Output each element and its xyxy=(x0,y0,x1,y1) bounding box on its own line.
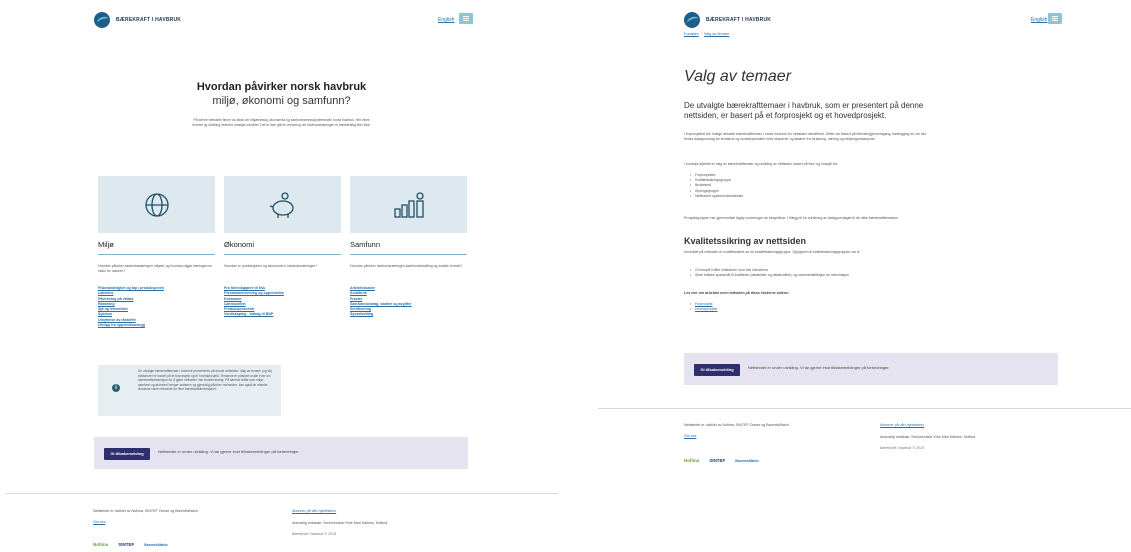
footer-newsletter-link[interactable]: Abonner på vårt nyhetsbrev xyxy=(292,509,336,513)
partner-logo-nofima[interactable]: Nofima xyxy=(684,458,699,463)
article-paragraph: I hovedprosjektet er valg av bærekraftte… xyxy=(684,162,838,166)
theme-links-miljo: Fiskedødelighet og tap i produksjonen La… xyxy=(98,286,215,328)
theme-description-okonomi: Hvordan er produksjonen og økonomien i h… xyxy=(224,264,318,268)
logo-icon xyxy=(94,12,110,28)
theme-card-samfunn-image[interactable] xyxy=(350,176,467,233)
logo-icon xyxy=(684,12,700,28)
breadcrumb-home[interactable]: Forsiden xyxy=(684,32,699,36)
logo-text: BÆREKRAFT I HAVBRUK xyxy=(706,17,772,23)
site-logo[interactable]: BÆREKRAFT I HAVBRUK xyxy=(684,12,771,28)
list-item: Hovedprosjekt xyxy=(690,307,930,312)
footer-copyright: Bærekraft i havbruk © 2019 xyxy=(880,446,924,450)
list-item: Nettbasert spørreundersøkelse xyxy=(690,194,930,199)
hero-subtitle: miljø, økonomi og samfunn? xyxy=(212,95,351,107)
language-link[interactable]: English xyxy=(438,17,454,23)
info-icon: i xyxy=(112,384,120,392)
footer-newsletter-link[interactable]: Abonner på vårt nyhetsbrev xyxy=(880,423,924,427)
feedback-text: Nettstedet er under utvikling. Vi tar gj… xyxy=(158,449,300,454)
article-page-panel: BÆREKRAFT I HAVBRUK English Forsiden › Val… xyxy=(598,0,1131,552)
theme-divider xyxy=(224,254,341,255)
piggy-bank-icon xyxy=(269,191,294,218)
theme-title-okonomi[interactable]: Økonomi xyxy=(224,240,254,249)
external-link[interactable]: Hovedprosjekt xyxy=(695,307,717,311)
article-subheading: Kvalitetssikring av nettsiden xyxy=(684,236,807,246)
footer-about-link[interactable]: Om oss xyxy=(93,520,105,524)
globe-icon xyxy=(144,192,169,217)
theme-links-okonomi: Fra förinnkjøpere til fisk Försammensetn… xyxy=(224,286,341,318)
article-paragraph: Prosjektgruppen har gjennomført faglig v… xyxy=(684,216,899,220)
article-paragraph: Innholdet på nettsiden er kvalitetssikre… xyxy=(684,250,861,254)
theme-link[interactable]: Utslipp fra oppdrettsanlegg xyxy=(98,323,215,328)
article-more-heading: Les mer om arbeidet med nettsiden på dis… xyxy=(684,291,790,295)
info-box: i De utvalgte bærekrafttemaer i havbruk … xyxy=(98,365,281,416)
feedback-text: Nettstedet er under utvikling. Vi tar gj… xyxy=(748,365,890,370)
theme-title-miljo[interactable]: Miljø xyxy=(98,240,114,249)
theme-description-miljo: Hvordan påvirker havbruksnæringen miljøe… xyxy=(98,264,213,274)
partner-logos: Nofima SINTEF BarentsWatch xyxy=(684,458,759,463)
feedback-button[interactable]: Gi tilbakemelding xyxy=(694,364,740,376)
list-item: Sikre kritiske spørsmål til kvaliteten (… xyxy=(690,273,930,278)
theme-description-samfunn: Hvordan påvirker havbruksnæringen samfun… xyxy=(350,264,463,268)
partner-logo-nofima[interactable]: Nofima xyxy=(93,542,108,547)
feedback-button[interactable]: Gi tilbakemelding xyxy=(104,448,150,460)
theme-link[interactable]: Sysselsetting xyxy=(350,312,467,317)
footer-divider xyxy=(598,408,1131,409)
breadcrumb-current[interactable]: Valg av temaer xyxy=(704,32,729,36)
hero-text: På denne nettsiden finner du fakta om mi… xyxy=(192,118,371,128)
theme-card-okonomi-image[interactable] xyxy=(224,176,341,233)
info-text: De utvalgte bærekrafttemaer i havbruk pr… xyxy=(138,369,272,391)
community-chart-icon xyxy=(393,191,424,218)
article-lead: De utvalgte bærekrafttemaer i havbruk, s… xyxy=(684,101,924,120)
theme-divider xyxy=(98,254,215,255)
feedback-banner: Gi tilbakemelding Nettstedet er under ut… xyxy=(684,353,1058,385)
home-page-panel: BÆREKRAFT I HAVBRUK English Hvordan påvi… xyxy=(0,0,563,552)
menu-button[interactable] xyxy=(459,13,473,24)
partner-logo-barentswatch[interactable]: BarentsWatch xyxy=(144,543,167,547)
article-paragraph: I forprosjektet ble mulige aktuelle bære… xyxy=(684,132,926,141)
footer-editor: Ansvarlig redaktør: Seniorforsker Kine M… xyxy=(292,521,388,525)
footer-about-link[interactable]: Om oss xyxy=(684,434,696,438)
footer-divider xyxy=(6,493,558,494)
logo-text: BÆREKRAFT I HAVBRUK xyxy=(116,17,182,23)
theme-link[interactable]: Verdiskaping - bidrag til BNP xyxy=(224,312,341,317)
article-external-links: Forprosjekt Hovedprosjekt xyxy=(690,302,930,313)
footer-editor: Ansvarlig redaktør: Seniorforsker Kine M… xyxy=(880,435,976,439)
partner-logo-sintef[interactable]: SINTEF xyxy=(709,458,725,463)
menu-button[interactable] xyxy=(1048,13,1062,24)
hero-title: Hvordan påvirker norsk havbruk xyxy=(196,81,367,93)
feedback-banner: Gi tilbakemelding Nettstedet er under ut… xyxy=(94,437,468,469)
site-logo[interactable]: BÆREKRAFT I HAVBRUK xyxy=(94,12,181,28)
theme-divider xyxy=(350,254,467,255)
external-link[interactable]: Forprosjekt xyxy=(695,302,713,306)
footer-developed-by: Nettstedet er utviklet av Nofima, SINTEF… xyxy=(684,423,790,427)
partner-logo-barentswatch[interactable]: BarentsWatch xyxy=(735,459,758,463)
footer-copyright: Bærekraft i havbruk © 2019 xyxy=(292,532,336,536)
footer-developed-by: Nettstedet er utviklet av Nofima, SINTEF… xyxy=(93,509,199,513)
theme-title-samfunn[interactable]: Samfunn xyxy=(350,240,380,249)
language-link[interactable]: English xyxy=(1031,17,1047,23)
article-list-sources: Forprosjektet Kvalitetssikringsgruppe Br… xyxy=(690,173,930,199)
theme-links-samfunn: Arbeidsskader Arealbruk Fravær Samfunnsb… xyxy=(350,286,467,318)
partner-logos: Nofima SINTEF BarentsWatch xyxy=(93,542,168,547)
theme-card-miljo-image[interactable] xyxy=(98,176,215,233)
article-title: Valg av temaer xyxy=(684,68,792,85)
article-list-tasks: Gi innspill hvilke indikatorer som bør i… xyxy=(690,268,930,279)
partner-logo-sintef[interactable]: SINTEF xyxy=(118,542,134,547)
breadcrumb: Forsiden › Valg av temaer xyxy=(684,32,730,36)
